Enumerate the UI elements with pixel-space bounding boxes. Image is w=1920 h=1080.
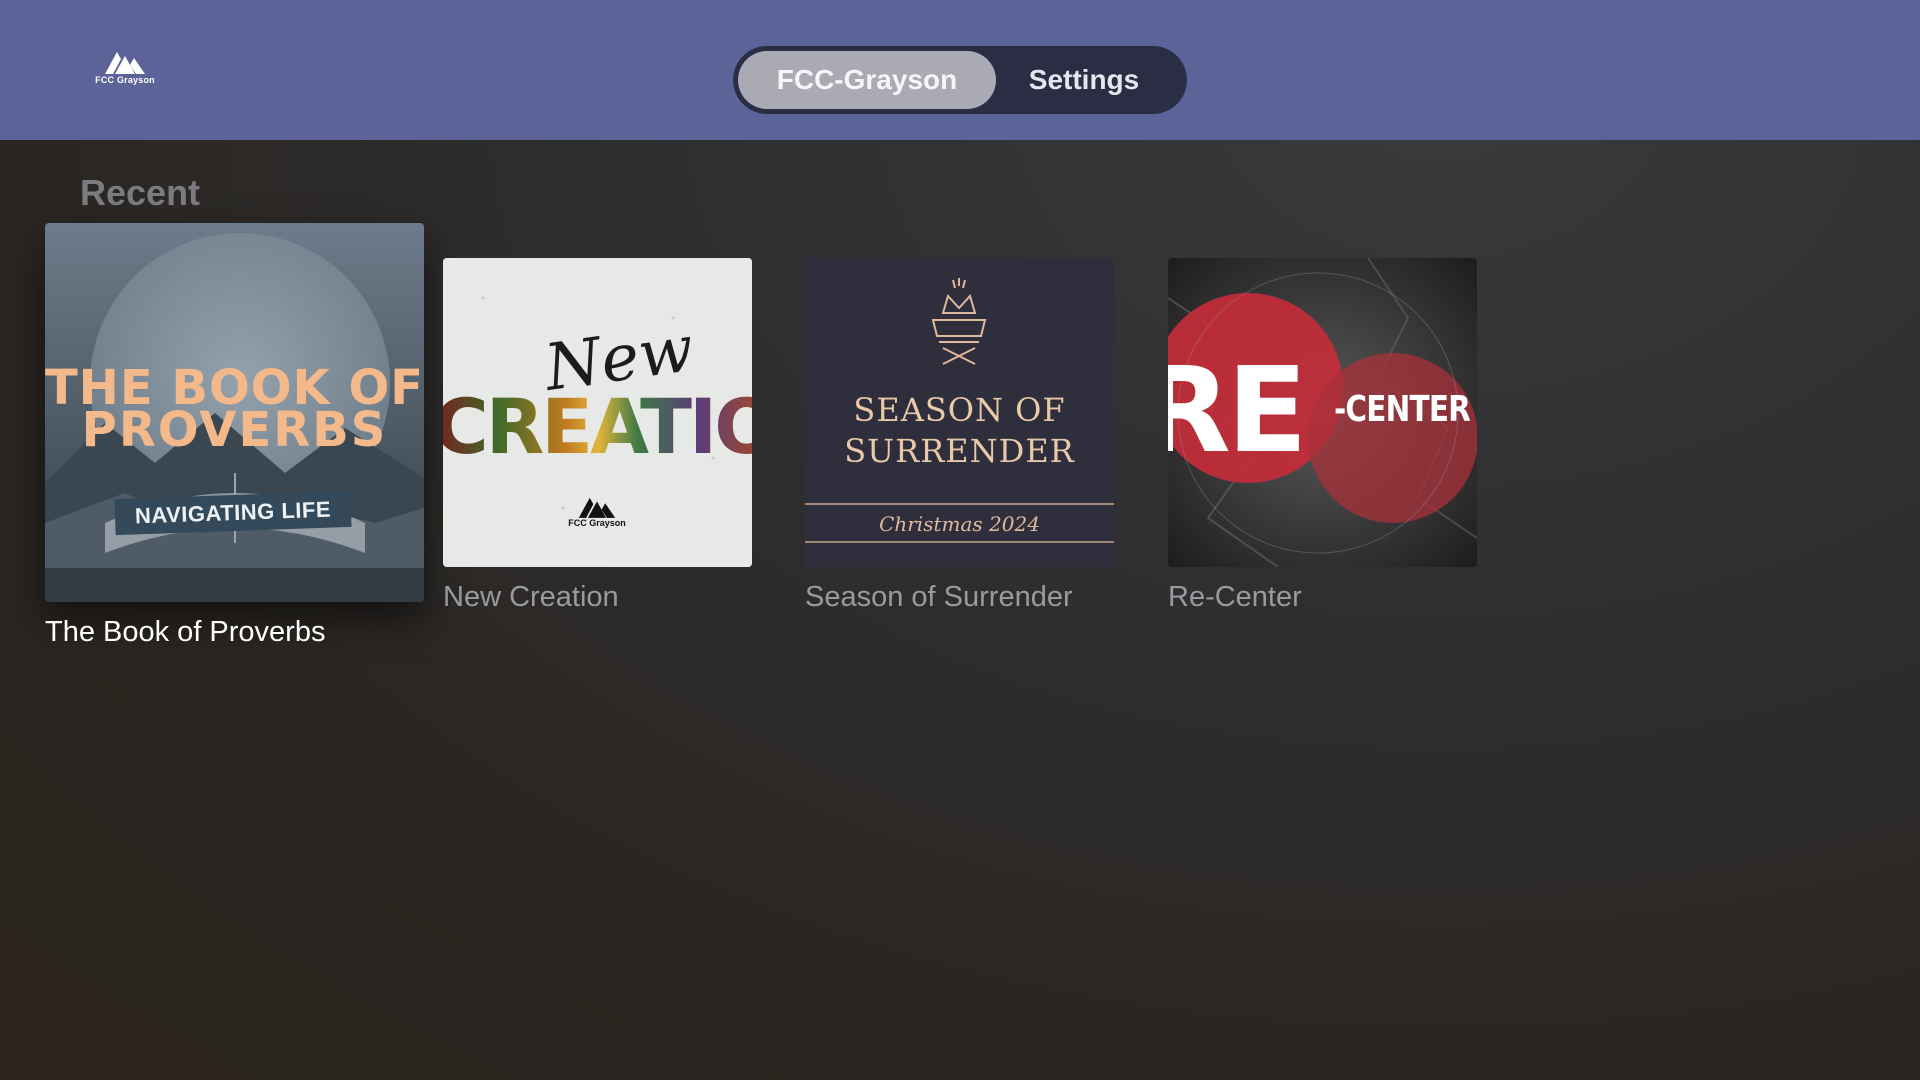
re-center-big-text: RE xyxy=(1168,341,1307,479)
series-artwork-new-creation: New CREATION FCC Grayson xyxy=(443,258,752,567)
series-card-season-of-surrender[interactable]: SEASON OF SURRENDER Christmas 2024 Seaso… xyxy=(805,258,1114,628)
proverbs-title-line2: PROVERBS xyxy=(81,402,388,458)
logo-text: FCC Grayson xyxy=(95,75,155,85)
mountain-logo-icon xyxy=(105,52,145,74)
mountain-logo-icon xyxy=(578,497,616,518)
series-card-proverbs[interactable]: THE BOOK OF PROVERBS NAVIGATING LIFE The… xyxy=(45,223,424,663)
re-center-small-text: -CENTER xyxy=(1334,389,1471,430)
app-logo: FCC Grayson xyxy=(90,48,160,92)
series-card-new-creation[interactable]: New CREATION FCC Grayson New Creation xyxy=(443,258,752,628)
surrender-script: Christmas 2024 xyxy=(879,512,1040,536)
surrender-title-line2: SURRENDER xyxy=(844,432,1075,470)
top-bar: FCC Grayson FCC-Grayson Settings xyxy=(0,0,1920,140)
series-card-re-center[interactable]: RE -CENTER Re-Center xyxy=(1168,258,1477,628)
series-title: Re-Center xyxy=(1168,581,1302,613)
section-title-recent: Recent xyxy=(80,172,201,213)
series-title: New Creation xyxy=(443,581,619,613)
tab-fcc-grayson[interactable]: FCC-Grayson xyxy=(738,51,996,109)
tab-settings[interactable]: Settings xyxy=(996,51,1172,109)
new-creation-logo-text: FCC Grayson xyxy=(568,518,626,528)
surrender-title-line1: SEASON OF xyxy=(853,391,1066,429)
series-title: Season of Surrender xyxy=(805,581,1073,613)
series-artwork-season-of-surrender: SEASON OF SURRENDER Christmas 2024 xyxy=(805,258,1114,567)
new-creation-logo: FCC Grayson xyxy=(557,494,637,528)
series-title: The Book of Proverbs xyxy=(45,616,326,648)
series-artwork-proverbs: THE BOOK OF PROVERBS NAVIGATING LIFE xyxy=(45,223,424,602)
tab-bar: FCC-Grayson Settings xyxy=(733,46,1187,114)
series-artwork-re-center: RE -CENTER xyxy=(1168,258,1477,567)
new-creation-word: CREATION xyxy=(443,384,752,470)
